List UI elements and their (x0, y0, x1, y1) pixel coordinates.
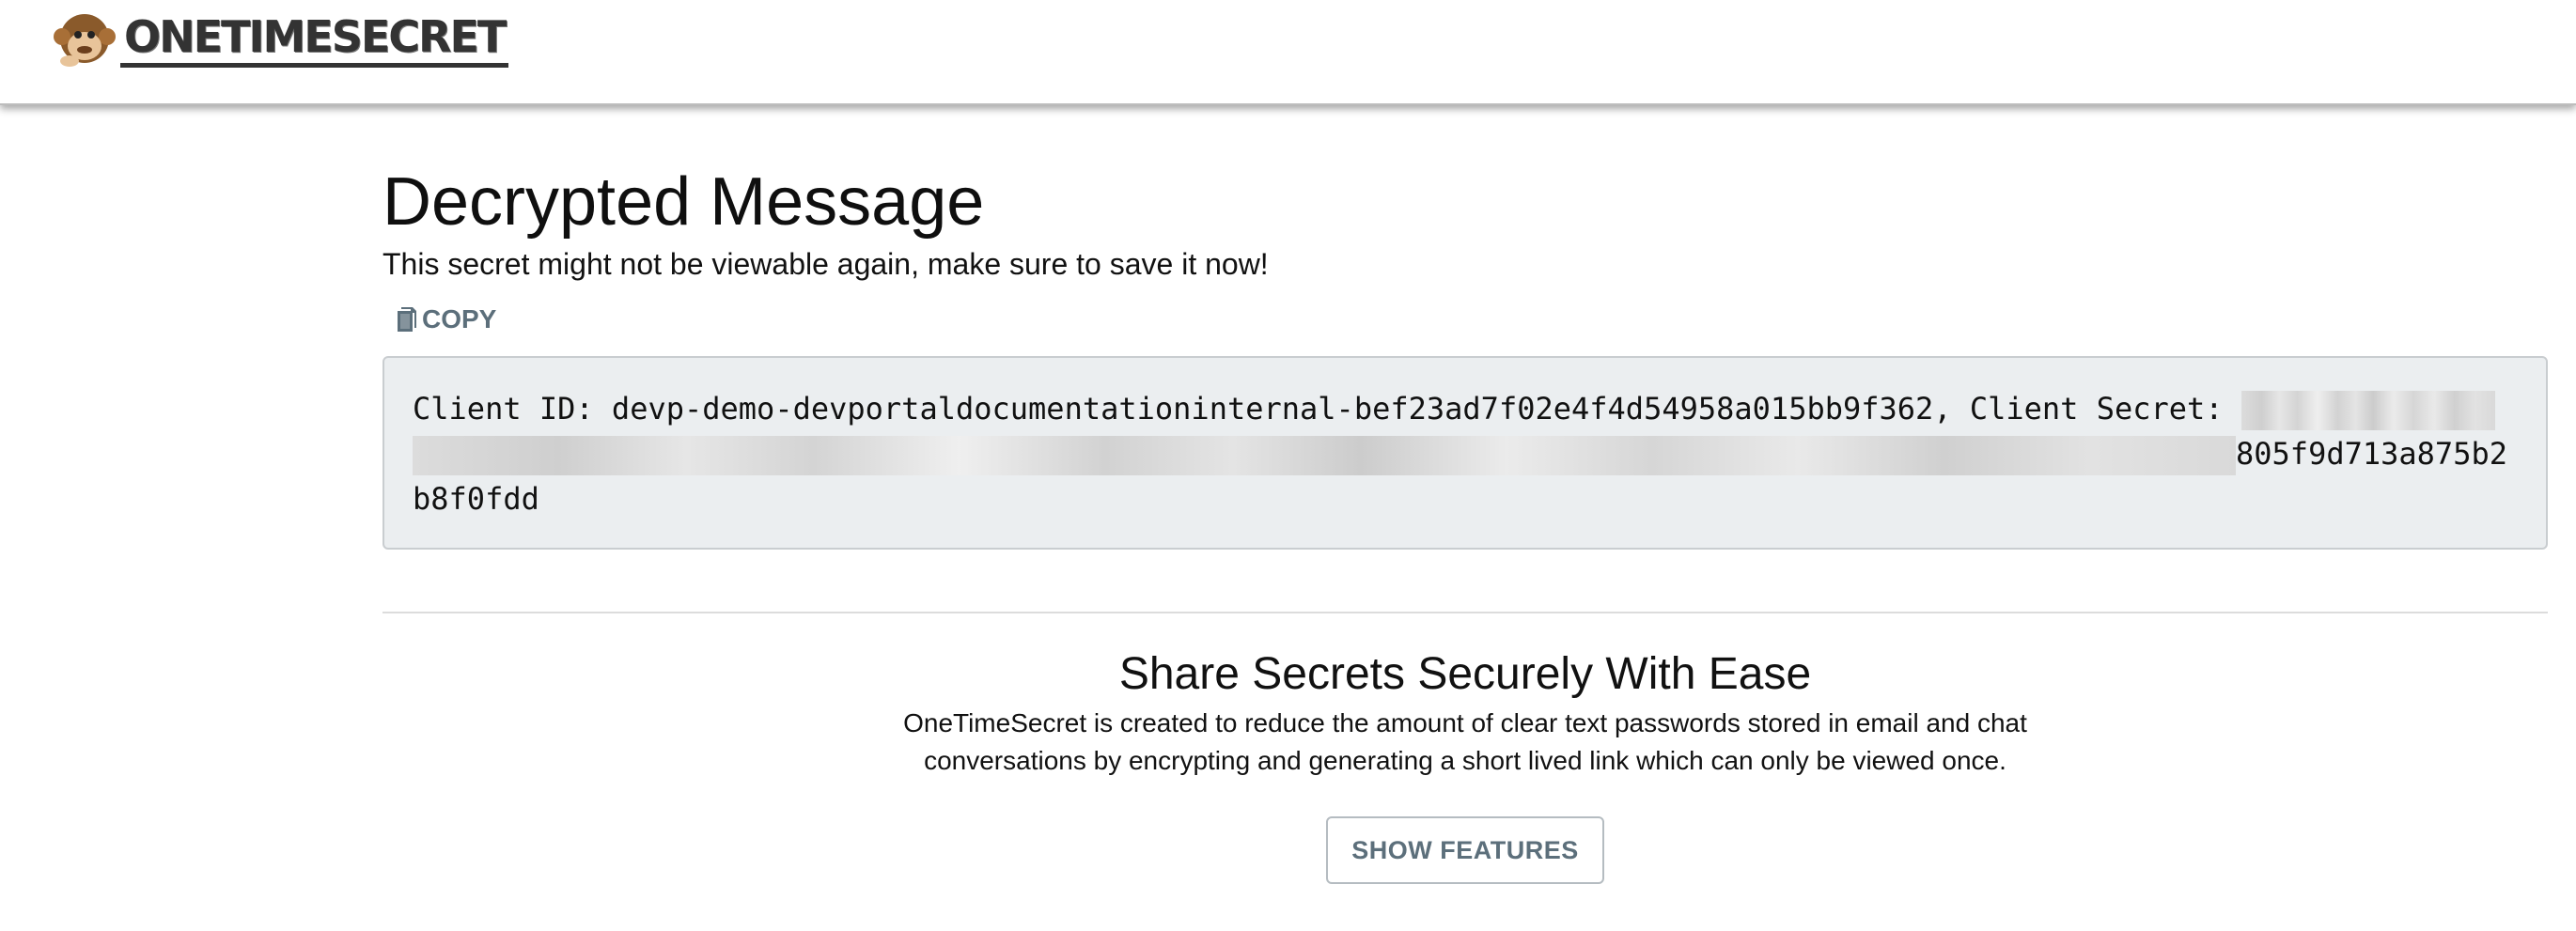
copy-button-label: COPY (422, 304, 497, 334)
redacted-secret-segment (2240, 391, 2495, 430)
save-warning-text: This secret might not be viewable again,… (382, 247, 1269, 281)
show-features-button[interactable]: SHOW FEATURES (1326, 816, 1604, 884)
secret-text-suffix: 805f9d713a875b2 (2236, 436, 2507, 472)
decrypted-secret-box[interactable]: Client ID: devp-demo-devportaldocumentat… (382, 356, 2548, 550)
copy-icon (398, 307, 416, 332)
secret-text-prefix: Client ID: devp-demo-devportaldocumentat… (413, 391, 2241, 427)
section-divider (382, 612, 2548, 613)
top-navbar: ONETIMESECRET (0, 0, 2576, 105)
redacted-secret-segment (413, 436, 2236, 475)
page-title: Decrypted Message (382, 164, 985, 240)
share-section-description: OneTimeSecret is created to reduce the a… (903, 708, 2027, 775)
copy-button[interactable]: COPY (396, 301, 496, 338)
share-section-title: Share Secrets Securely With Ease (1118, 649, 1812, 699)
logo-text: ONETIMESECRET (120, 10, 509, 68)
site-logo[interactable]: ONETIMESECRET (53, 6, 509, 71)
secret-text-last-line: b8f0fdd (413, 481, 539, 517)
monkey-icon (54, 14, 116, 67)
